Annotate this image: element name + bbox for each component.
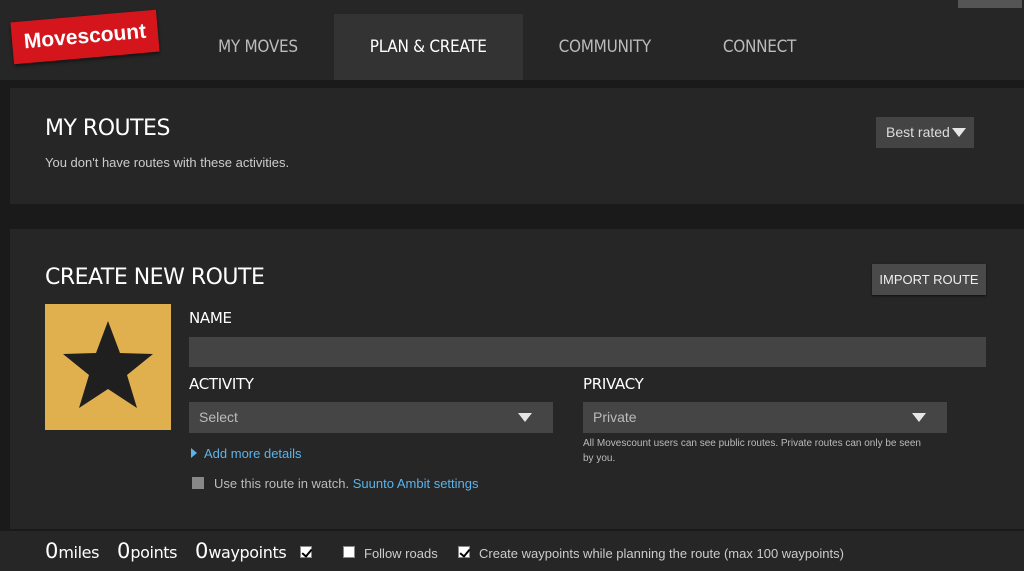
route-stats-bar: 0miles 0points 0waypoints Follow roads C… xyxy=(0,531,1024,571)
miles-stat: 0miles xyxy=(45,539,99,563)
miles-value: 0 xyxy=(45,539,59,563)
no-routes-message: You don't have routes with these activit… xyxy=(45,155,290,170)
activity-label: ACTIVITY xyxy=(189,375,254,393)
route-name-input[interactable] xyxy=(189,337,986,367)
points-unit: points xyxy=(130,543,178,562)
miles-unit: miles xyxy=(58,543,100,562)
create-route-title: CREATE NEW ROUTE xyxy=(45,265,265,290)
use-in-watch-row: Use this route in watch. Suunto Ambit se… xyxy=(192,476,479,491)
follow-roads-checkbox[interactable] xyxy=(343,546,355,558)
waypoints-stat: 0waypoints xyxy=(195,539,287,563)
nav-community[interactable]: COMMUNITY xyxy=(523,14,687,80)
name-label: NAME xyxy=(189,309,232,327)
waypoints-unit: waypoints xyxy=(208,543,287,562)
chevron-down-icon xyxy=(952,128,966,137)
my-routes-panel: MY ROUTES You don't have routes with the… xyxy=(10,88,1024,204)
movescount-logo[interactable]: Movescount xyxy=(10,9,160,65)
activity-select[interactable]: Select xyxy=(189,402,553,433)
star-icon xyxy=(63,321,153,408)
nav-my-moves[interactable]: MY MOVES xyxy=(182,14,334,80)
use-in-watch-label: Use this route in watch. xyxy=(214,476,350,491)
add-more-details-link[interactable]: Add more details xyxy=(191,446,302,461)
use-in-watch-checkbox[interactable] xyxy=(192,477,204,489)
sort-dropdown[interactable]: Best rated xyxy=(876,117,974,148)
waypoints-value: 0 xyxy=(195,539,209,563)
nav-connect[interactable]: CONNECT xyxy=(687,14,832,80)
add-more-details-label: Add more details xyxy=(204,446,302,461)
chevron-down-icon xyxy=(518,413,532,422)
import-route-button[interactable]: IMPORT ROUTE xyxy=(872,264,986,295)
points-stat: 0points xyxy=(117,539,178,563)
my-routes-title: MY ROUTES xyxy=(45,116,170,141)
points-value: 0 xyxy=(117,539,131,563)
chevron-down-icon xyxy=(912,413,926,422)
top-navigation-bar: Movescount MY MOVES PLAN & CREATE COMMUN… xyxy=(0,0,1024,80)
main-nav: MY MOVES PLAN & CREATE COMMUNITY CONNECT xyxy=(182,14,832,80)
sort-label: Best rated xyxy=(886,124,950,140)
activity-select-value: Select xyxy=(199,409,238,425)
privacy-note: All Movescount users can see public rout… xyxy=(583,438,921,464)
create-waypoints-label: Create waypoints while planning the rout… xyxy=(479,546,844,561)
privacy-label: PRIVACY xyxy=(583,375,644,393)
create-route-panel: CREATE NEW ROUTE IMPORT ROUTE NAME ACTIV… xyxy=(10,229,1024,529)
privacy-select[interactable]: Private xyxy=(583,402,947,433)
show-waypoints-checkbox[interactable] xyxy=(300,546,312,558)
follow-roads-label: Follow roads xyxy=(364,546,438,561)
activity-icon-box[interactable] xyxy=(45,304,171,430)
nav-plan-create[interactable]: PLAN & CREATE xyxy=(333,14,523,80)
suunto-ambit-settings-link[interactable]: Suunto Ambit settings xyxy=(353,476,479,491)
expand-arrow-icon xyxy=(191,448,197,458)
create-waypoints-checkbox[interactable] xyxy=(458,546,470,558)
privacy-select-value: Private xyxy=(593,409,637,425)
account-button[interactable] xyxy=(958,0,1022,8)
